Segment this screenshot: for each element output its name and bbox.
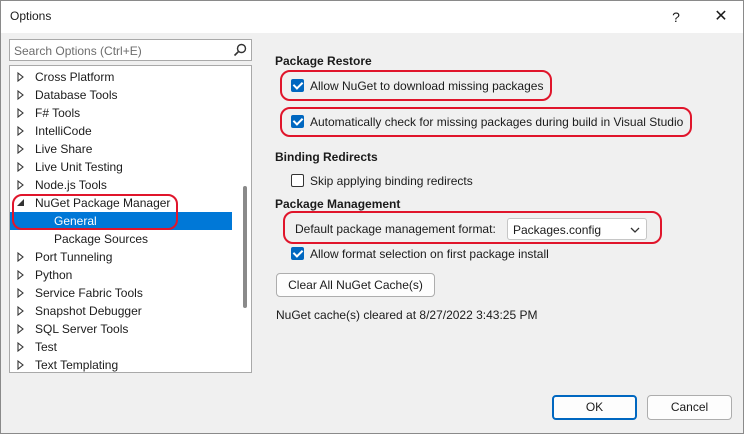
- collapsed-arrow-icon[interactable]: [16, 122, 26, 140]
- collapsed-arrow-icon[interactable]: [16, 320, 26, 338]
- chevron-down-icon[interactable]: [630, 226, 640, 234]
- collapsed-arrow-icon[interactable]: [16, 140, 26, 158]
- clear-cache-button[interactable]: Clear All NuGet Cache(s): [276, 273, 435, 297]
- collapsed-arrow-icon[interactable]: [16, 266, 26, 284]
- checkbox-checked[interactable]: [291, 115, 304, 128]
- search-icon[interactable]: [232, 42, 248, 58]
- format-select[interactable]: Packages.config: [507, 218, 647, 240]
- options-tree[interactable]: Text Templating Test SQL Server Tools Snaps…: [9, 65, 252, 373]
- allow-format-label: Allow format selection on first package …: [310, 247, 549, 261]
- window-title: Options: [10, 9, 52, 23]
- tree-item[interactable]: IntelliCode: [10, 122, 232, 140]
- tree-item[interactable]: Node.js Tools: [10, 176, 232, 194]
- tree-item[interactable]: Port Tunneling: [10, 248, 232, 266]
- tree-item-label: F# Tools: [35, 106, 81, 120]
- checkbox-checked[interactable]: [291, 79, 304, 92]
- tree-item[interactable]: NuGet Package Manager: [10, 194, 232, 212]
- collapsed-arrow-icon[interactable]: [16, 338, 26, 356]
- tree-scrollbar[interactable]: [239, 66, 251, 372]
- collapsed-arrow-icon[interactable]: [16, 68, 26, 86]
- tree-item-label: Service Fabric Tools: [35, 286, 143, 300]
- ok-button[interactable]: OK: [552, 395, 637, 420]
- tree-item-label: NuGet Package Manager: [35, 196, 171, 210]
- tree-item[interactable]: Live Unit Testing: [10, 158, 232, 176]
- tree-item[interactable]: Python: [10, 266, 232, 284]
- tree-item[interactable]: Cross Platform: [10, 68, 232, 86]
- tree-item[interactable]: F# Tools: [10, 104, 232, 122]
- tree-item-label: Python: [35, 268, 73, 282]
- tree-item[interactable]: Service Fabric Tools: [10, 284, 232, 302]
- format-value: Packages.config: [513, 223, 602, 237]
- tree-item-label: Node.js Tools: [35, 178, 107, 192]
- collapsed-arrow-icon[interactable]: [16, 302, 26, 320]
- collapsed-arrow-icon[interactable]: [16, 86, 26, 104]
- collapsed-arrow-icon[interactable]: [16, 158, 26, 176]
- expanded-arrow-icon[interactable]: [16, 194, 26, 212]
- allow-download-label: Allow NuGet to download missing packages: [310, 79, 544, 93]
- search-placeholder: Search Options (Ctrl+E): [14, 44, 142, 58]
- checkbox-unchecked[interactable]: [291, 174, 304, 187]
- collapsed-arrow-icon[interactable]: [16, 284, 26, 302]
- tree-item-label: Package Sources: [54, 232, 149, 246]
- tree-item-label: Live Share: [35, 142, 93, 156]
- scrollbar-thumb[interactable]: [243, 186, 247, 308]
- collapsed-arrow-icon[interactable]: [16, 248, 26, 266]
- binding-redirects-heading: Binding Redirects: [275, 150, 378, 164]
- tree-item[interactable]: Test: [10, 338, 232, 356]
- collapsed-arrow-icon[interactable]: [16, 104, 26, 122]
- tree-item-label: IntelliCode: [35, 124, 92, 138]
- cancel-button[interactable]: Cancel: [647, 395, 732, 420]
- tree-item[interactable]: General: [10, 212, 232, 230]
- auto-check-label: Automatically check for missing packages…: [310, 115, 684, 129]
- tree-item-label: Snapshot Debugger: [35, 304, 142, 318]
- options-dialog: Options ? ✕ Search Options (Ctrl+E) Text…: [0, 0, 744, 434]
- tree-item-label: General: [54, 214, 97, 228]
- close-button[interactable]: ✕: [701, 1, 741, 33]
- tree-item-label: Live Unit Testing: [35, 160, 123, 174]
- collapsed-arrow-icon[interactable]: [16, 176, 26, 194]
- cache-status-text: NuGet cache(s) cleared at 8/27/2022 3:43…: [276, 308, 538, 322]
- collapsed-arrow-icon[interactable]: [16, 356, 26, 373]
- checkbox-checked[interactable]: [291, 247, 304, 260]
- tree-item-label: Test: [35, 340, 58, 354]
- tree-item[interactable]: Database Tools: [10, 86, 232, 104]
- tree-item-label: Text Templating: [35, 358, 119, 372]
- tree-item[interactable]: Snapshot Debugger: [10, 302, 232, 320]
- tree-item[interactable]: Package Sources: [10, 230, 232, 248]
- package-restore-heading: Package Restore: [275, 54, 372, 68]
- format-label: Default package management format:: [295, 222, 496, 236]
- tree-item[interactable]: Text Templating: [10, 356, 232, 373]
- tree-item-label: Database Tools: [35, 88, 118, 102]
- tree-item-label: Cross Platform: [35, 70, 115, 84]
- help-button[interactable]: ?: [656, 1, 696, 33]
- tree-item-label: Port Tunneling: [35, 250, 113, 264]
- tree-item[interactable]: Live Share: [10, 140, 232, 158]
- search-options-input[interactable]: Search Options (Ctrl+E): [9, 39, 252, 61]
- skip-binding-label: Skip applying binding redirects: [310, 174, 473, 188]
- title-bar: Options ? ✕: [1, 1, 743, 33]
- tree-item-label: SQL Server Tools: [35, 322, 129, 336]
- tree-item[interactable]: SQL Server Tools: [10, 320, 232, 338]
- package-management-heading: Package Management: [275, 197, 401, 211]
